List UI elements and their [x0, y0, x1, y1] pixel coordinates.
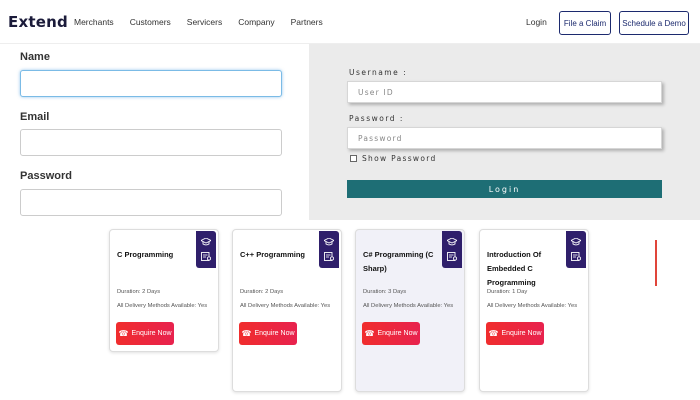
login-password-input[interactable]: [347, 127, 662, 149]
course-title: C Programming: [117, 250, 174, 259]
course-duration: Duration: 2 Days: [240, 289, 284, 295]
enquire-label: Enquire Now: [254, 330, 295, 337]
nav-link-merchants[interactable]: Merchants: [74, 17, 114, 27]
enquire-label: Enquire Now: [131, 330, 172, 337]
course-title: Introduction Of Embedded C Programming: [487, 250, 542, 287]
course-badge: [566, 231, 586, 268]
carousel-indicator: [655, 240, 657, 286]
course-delivery: All Delivery Methods Available: Yes: [363, 303, 454, 309]
nav-link-company[interactable]: Company: [238, 17, 274, 27]
graduation-cap-icon: [571, 237, 581, 246]
course-delivery: All Delivery Methods Available: Yes: [117, 303, 208, 309]
email-field[interactable]: [20, 129, 282, 156]
show-password-row: Show Password: [350, 154, 437, 163]
enquire-label: Enquire Now: [377, 330, 418, 337]
nav-link-servicers[interactable]: Servicers: [187, 17, 222, 27]
course-card: Introduction Of Embedded C Programming D…: [479, 229, 589, 392]
course-card: C# Programming (C Sharp) Duration: 3 Day…: [355, 229, 465, 392]
enquire-label: Enquire Now: [501, 330, 542, 337]
password-label: Password: [20, 170, 72, 182]
logo[interactable]: Extend: [8, 13, 68, 31]
course-duration: Duration: 1 Day: [487, 289, 528, 295]
username-input[interactable]: [347, 81, 662, 103]
enquire-now-button[interactable]: ☎ Enquire Now: [362, 322, 420, 345]
password-field[interactable]: [20, 189, 282, 216]
phone-icon: ☎: [241, 328, 252, 338]
nav-link-customers[interactable]: Customers: [130, 17, 171, 27]
login-password-label: Password :: [349, 114, 404, 123]
show-password-checkbox[interactable]: [350, 155, 357, 162]
schedule-demo-button[interactable]: Schedule a Demo: [619, 11, 689, 35]
username-label: Username :: [349, 68, 408, 77]
phone-icon: ☎: [118, 328, 129, 338]
course-delivery: All Delivery Methods Available: Yes: [240, 303, 331, 309]
course-delivery: All Delivery Methods Available: Yes: [487, 303, 578, 309]
phone-icon: ☎: [488, 328, 499, 338]
course-card: C++ Programming Duration: 2 Days All Del…: [232, 229, 342, 392]
nav-link-partners[interactable]: Partners: [291, 17, 323, 27]
email-label: Email: [20, 111, 50, 123]
login-panel: Username : Password : Show Password Logi…: [309, 44, 700, 220]
enquire-now-button[interactable]: ☎ Enquire Now: [239, 322, 297, 345]
top-navigation-bar: Extend Merchants Customers Servicers Com…: [0, 0, 700, 44]
course-title: C++ Programming: [240, 250, 306, 259]
name-field[interactable]: [20, 70, 282, 97]
course-badge: [196, 231, 216, 268]
course-title: C# Programming (C Sharp): [363, 250, 434, 273]
show-password-label[interactable]: Show Password: [362, 154, 437, 163]
file-claim-button[interactable]: File a Claim: [559, 11, 611, 35]
main-nav: Merchants Customers Servicers Company Pa…: [74, 17, 339, 27]
graduation-cap-icon: [324, 237, 334, 246]
enquire-now-button[interactable]: ☎ Enquire Now: [486, 322, 544, 345]
certificate-icon: [201, 252, 211, 262]
certificate-icon: [324, 252, 334, 262]
graduation-cap-icon: [201, 237, 211, 246]
course-duration: Duration: 2 Days: [117, 289, 161, 295]
enquire-now-button[interactable]: ☎ Enquire Now: [116, 322, 174, 345]
certificate-icon: [447, 252, 457, 262]
course-badge: [319, 231, 339, 268]
name-label: Name: [20, 51, 50, 63]
header-login-link[interactable]: Login: [526, 17, 547, 27]
login-button[interactable]: Login: [347, 180, 662, 198]
graduation-cap-icon: [447, 237, 457, 246]
course-duration: Duration: 3 Days: [363, 289, 407, 295]
course-badge: [442, 231, 462, 268]
certificate-icon: [571, 252, 581, 262]
course-card: C Programming Duration: 2 Days All Deliv…: [109, 229, 219, 352]
phone-icon: ☎: [364, 328, 375, 338]
